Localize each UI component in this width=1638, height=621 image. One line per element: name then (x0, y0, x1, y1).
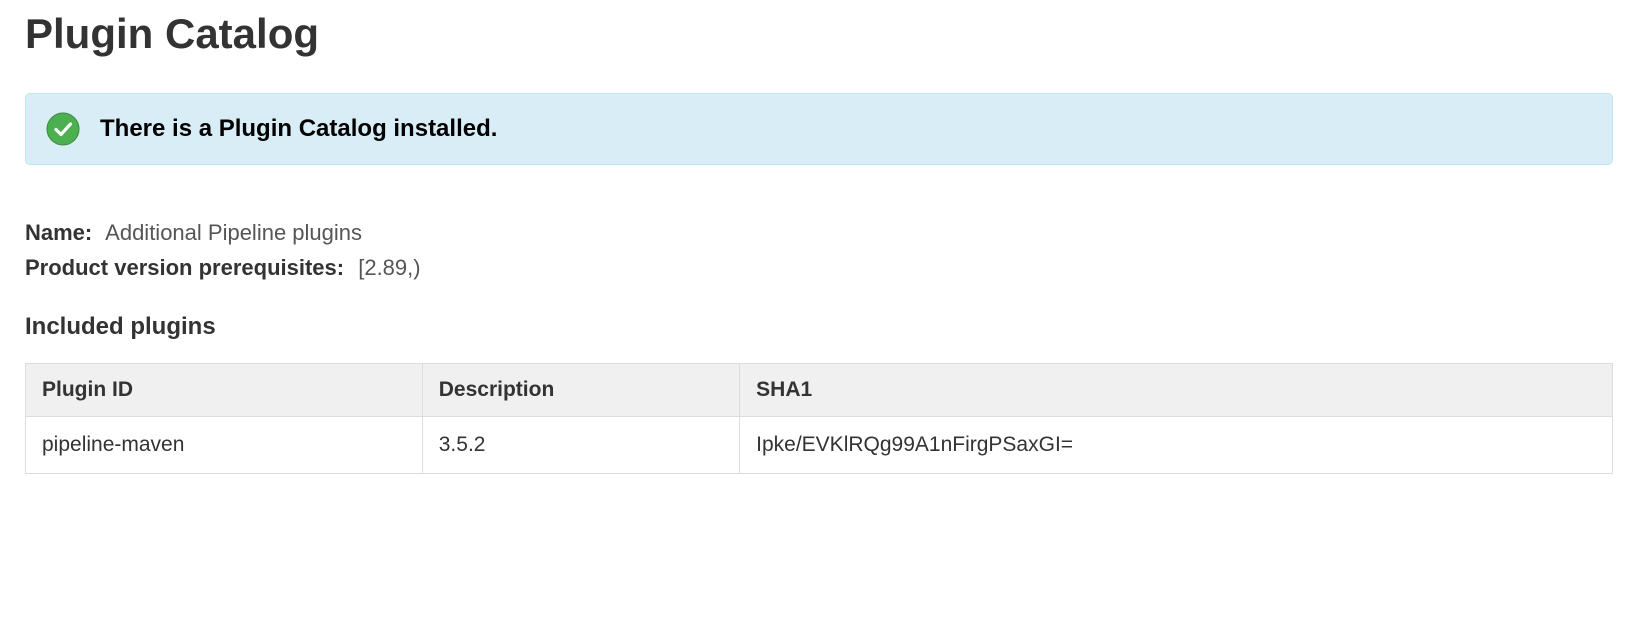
th-description: Description (422, 364, 739, 417)
install-status-alert: There is a Plugin Catalog installed. (25, 93, 1613, 165)
success-check-icon (46, 112, 80, 146)
cell-description: 3.5.2 (422, 417, 739, 474)
plugins-table: Plugin ID Description SHA1 pipeline-mave… (25, 363, 1613, 474)
cell-plugin-id: pipeline-maven (26, 417, 423, 474)
name-value: Additional Pipeline plugins (105, 220, 362, 245)
prereq-label: Product version prerequisites: (25, 255, 344, 280)
th-plugin-id: Plugin ID (26, 364, 423, 417)
alert-message: There is a Plugin Catalog installed. (100, 115, 497, 143)
prereq-value: [2.89,) (358, 255, 420, 280)
detail-name-row: Name: Additional Pipeline plugins (25, 215, 1613, 250)
cell-sha1: Ipke/EVKlRQg99A1nFirgPSaxGI= (740, 417, 1613, 474)
th-sha1: SHA1 (740, 364, 1613, 417)
detail-prereq-row: Product version prerequisites: [2.89,) (25, 250, 1613, 285)
page-title: Plugin Catalog (25, 10, 1613, 58)
name-label: Name: (25, 220, 92, 245)
included-plugins-heading: Included plugins (25, 313, 1613, 341)
table-row: pipeline-maven 3.5.2 Ipke/EVKlRQg99A1nFi… (26, 417, 1613, 474)
